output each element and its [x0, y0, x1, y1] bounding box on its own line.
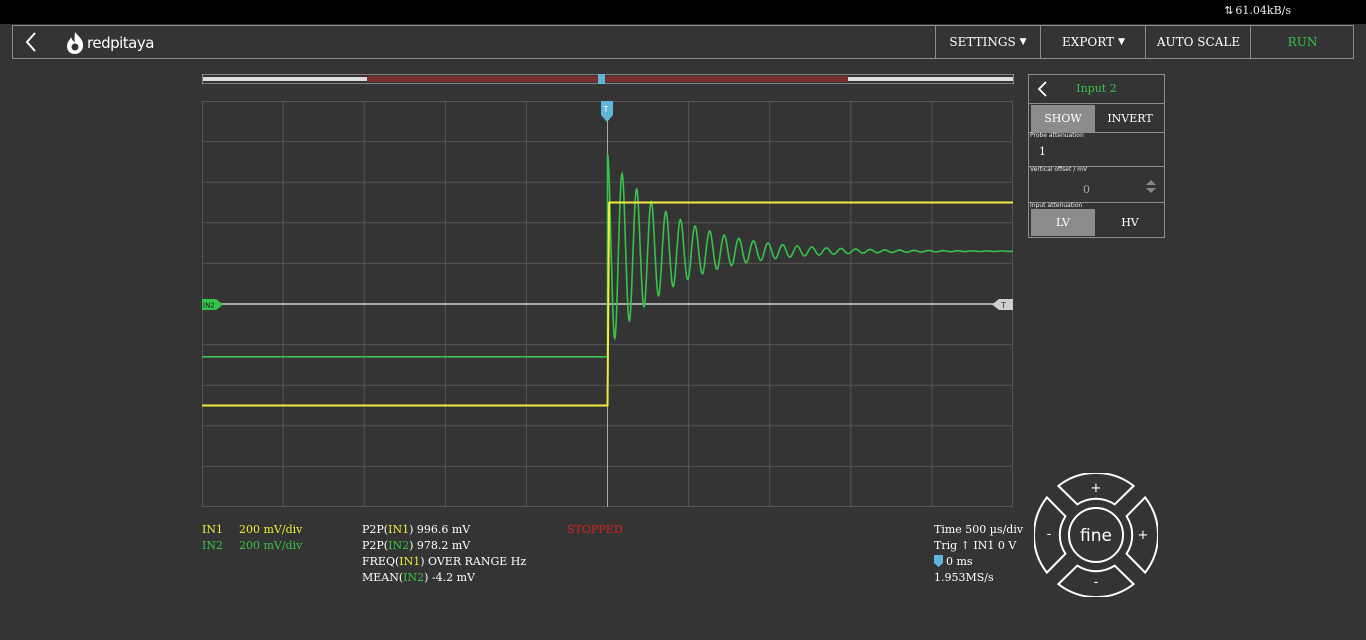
meas-label: P2P(: [362, 523, 389, 536]
ch2-name: IN2: [202, 539, 223, 552]
settings-menu-button[interactable]: SETTINGS ▼: [935, 26, 1040, 58]
pad-plus-right: +: [1138, 528, 1149, 543]
run-label: RUN: [1287, 35, 1318, 49]
trigger-level-label: T: [1000, 301, 1006, 310]
pad-plus-top: +: [1091, 481, 1102, 496]
acquisition-status: STOPPED: [567, 523, 623, 536]
meas-channel: IN1: [388, 523, 410, 536]
status-bar: ⇅ 61.04kB/s: [0, 0, 1366, 24]
rate-text: 61.04kB/s: [1235, 4, 1291, 17]
invert-toggle[interactable]: INVERT: [1097, 105, 1163, 132]
meas-label: MEAN(: [362, 571, 404, 584]
vertical-offset-label: Vertical offset / mV: [1030, 166, 1088, 173]
meas-value: ) OVER RANGE Hz: [420, 555, 527, 568]
meas-channel: IN2: [403, 571, 425, 584]
logo-text: redpitaya: [87, 34, 154, 52]
overview-trigger-handle[interactable]: [598, 74, 605, 84]
network-rate: ⇅ 61.04kB/s: [1224, 4, 1291, 17]
trigger-delay-value: 0 ms: [946, 555, 973, 568]
meas-value: ) 978.2 mV: [409, 539, 471, 552]
trigger-delay-icon: [934, 555, 943, 567]
auto-scale-button[interactable]: AUTO SCALE: [1145, 26, 1251, 58]
meas-label: FREQ(: [362, 555, 400, 568]
in2-marker-label: IN2: [203, 302, 215, 310]
meas-channel: IN1: [399, 555, 421, 568]
autoscale-label: AUTO SCALE: [1156, 35, 1241, 49]
export-menu-button[interactable]: EXPORT ▼: [1040, 26, 1146, 58]
timebase-label: Time 500 µs/div: [934, 523, 1024, 536]
meas-value: ) -4.2 mV: [424, 571, 475, 584]
logo-flame-icon: [67, 32, 84, 54]
probe-attenuation-label: Probe attenuation: [1030, 132, 1084, 139]
navigation-pad: fine + + - -: [1034, 473, 1158, 597]
measurement-p2p-in2: P2P(IN2) 978.2 mV: [362, 539, 470, 552]
logo: redpitaya: [65, 31, 154, 55]
vertical-offset-input[interactable]: 0: [1083, 183, 1090, 196]
panel-title: Input 2: [1076, 82, 1117, 95]
measurement-mean-in2: MEAN(IN2) -4.2 mV: [362, 571, 475, 584]
updown-arrows-icon: ⇅: [1224, 4, 1234, 17]
export-label: EXPORT: [1062, 35, 1115, 49]
meas-value: ) 996.6 mV: [409, 523, 471, 536]
show-toggle[interactable]: SHOW: [1031, 105, 1095, 132]
trigger-info: Trig ↑ IN1 0 V: [934, 539, 1017, 552]
ch2-scale: 200 mV/div: [239, 539, 303, 552]
trigger-delay: 0 ms: [934, 555, 973, 568]
overview-window[interactable]: [367, 76, 848, 82]
meas-channel: IN2: [388, 539, 410, 552]
input-settings-panel: Input 2 SHOW INVERT Probe attenuation 1 …: [1028, 74, 1165, 238]
oscilloscope-plot[interactable]: IN2 T T: [202, 101, 1013, 507]
buffer-overview-slider[interactable]: [202, 74, 1014, 84]
offset-stepper-icon[interactable]: [1145, 179, 1157, 195]
probe-attenuation-input[interactable]: 1: [1039, 145, 1046, 158]
panel-header: Input 2: [1029, 75, 1164, 104]
run-button[interactable]: RUN: [1250, 26, 1354, 58]
header-bar: redpitaya SETTINGS ▼ EXPORT ▼ AUTO SCALE R…: [12, 25, 1354, 59]
hv-toggle[interactable]: HV: [1097, 209, 1163, 236]
pad-minus-bottom: -: [1094, 575, 1099, 590]
trigger-marker-label: T: [603, 105, 609, 114]
sample-rate: 1.953MS/s: [934, 571, 994, 584]
measurement-p2p-in1: P2P(IN1) 996.6 mV: [362, 523, 470, 536]
caret-down-icon: ▼: [1019, 37, 1027, 47]
pad-center-label: fine: [1080, 526, 1112, 546]
meas-label: P2P(: [362, 539, 389, 552]
settings-label: SETTINGS: [949, 35, 1016, 49]
pad-minus-left: -: [1047, 527, 1052, 542]
ch1-scale: 200 mV/div: [239, 523, 303, 536]
lv-toggle[interactable]: LV: [1031, 209, 1095, 236]
measurement-freq-in1: FREQ(IN1) OVER RANGE Hz: [362, 555, 526, 568]
input-attenuation-label: Input attenuation: [1030, 202, 1083, 209]
ch1-name: IN1: [202, 523, 223, 536]
caret-down-icon: ▼: [1118, 37, 1125, 47]
back-chevron-icon[interactable]: [19, 28, 41, 56]
